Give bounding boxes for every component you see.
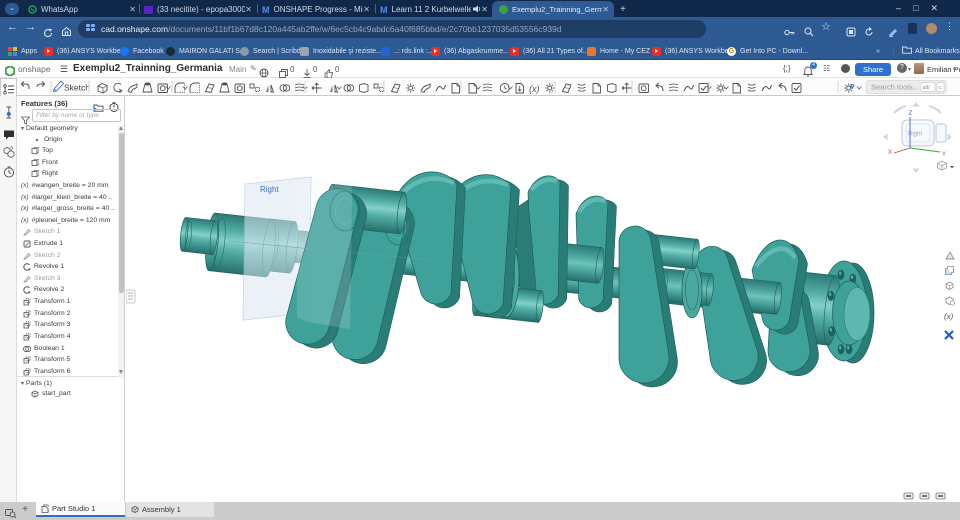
svg-text:P: P bbox=[850, 84, 855, 91]
svg-text:c: c bbox=[939, 85, 942, 91]
svg-text:(x): (x) bbox=[529, 84, 540, 94]
svg-text:X: X bbox=[888, 150, 892, 156]
svg-text:Y: Y bbox=[942, 152, 946, 158]
svg-text:(x): (x) bbox=[944, 312, 954, 321]
svg-text:Right: Right bbox=[260, 185, 279, 194]
svg-text:alt/: alt/ bbox=[923, 85, 931, 91]
svg-text:Search tools...: Search tools... bbox=[871, 83, 919, 92]
svg-text:Sketch: Sketch bbox=[64, 83, 90, 93]
svg-text:Z: Z bbox=[909, 111, 913, 117]
